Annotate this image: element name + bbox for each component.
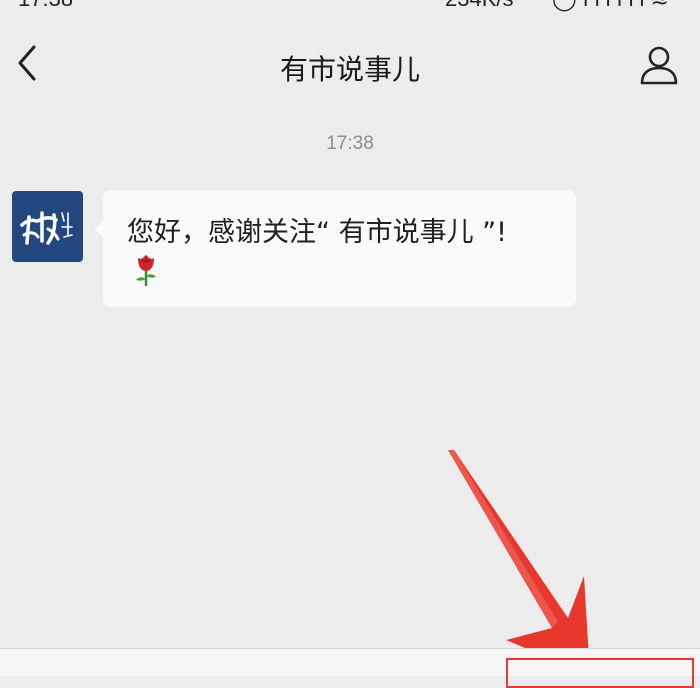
rose-icon (136, 255, 156, 286)
alarm-icon: ◯ (552, 0, 583, 11)
network-speed: 234K/s (445, 0, 514, 12)
profile-button[interactable] (636, 42, 682, 88)
status-bar: 17:38 234K/s ◯ıllıll≋ (0, 0, 700, 12)
signal-icon: ıll (583, 0, 617, 11)
menu-highlight-box[interactable] (506, 658, 694, 688)
message-bubble[interactable]: 您好，感谢关注“ 有市说事儿 ”! (94, 190, 576, 307)
signal-icon: ıll (617, 0, 651, 11)
red-arrow-icon (448, 450, 590, 675)
chat-title: 有市说事儿 (279, 53, 420, 86)
account-logo (20, 211, 73, 245)
nav-bar: 有市说事儿 (0, 28, 700, 108)
bubble-tail (94, 220, 104, 238)
avatar[interactable] (12, 191, 83, 262)
message-timestamp: 17:38 (326, 133, 374, 154)
status-icons: ◯ıllıll≋ (552, 0, 675, 12)
person-icon (640, 46, 678, 85)
wifi-icon: ≋ (650, 0, 674, 11)
message-text: 您好，感谢关注“ 有市说事儿 ”! (127, 217, 507, 248)
status-time: 17:38 (18, 0, 73, 12)
